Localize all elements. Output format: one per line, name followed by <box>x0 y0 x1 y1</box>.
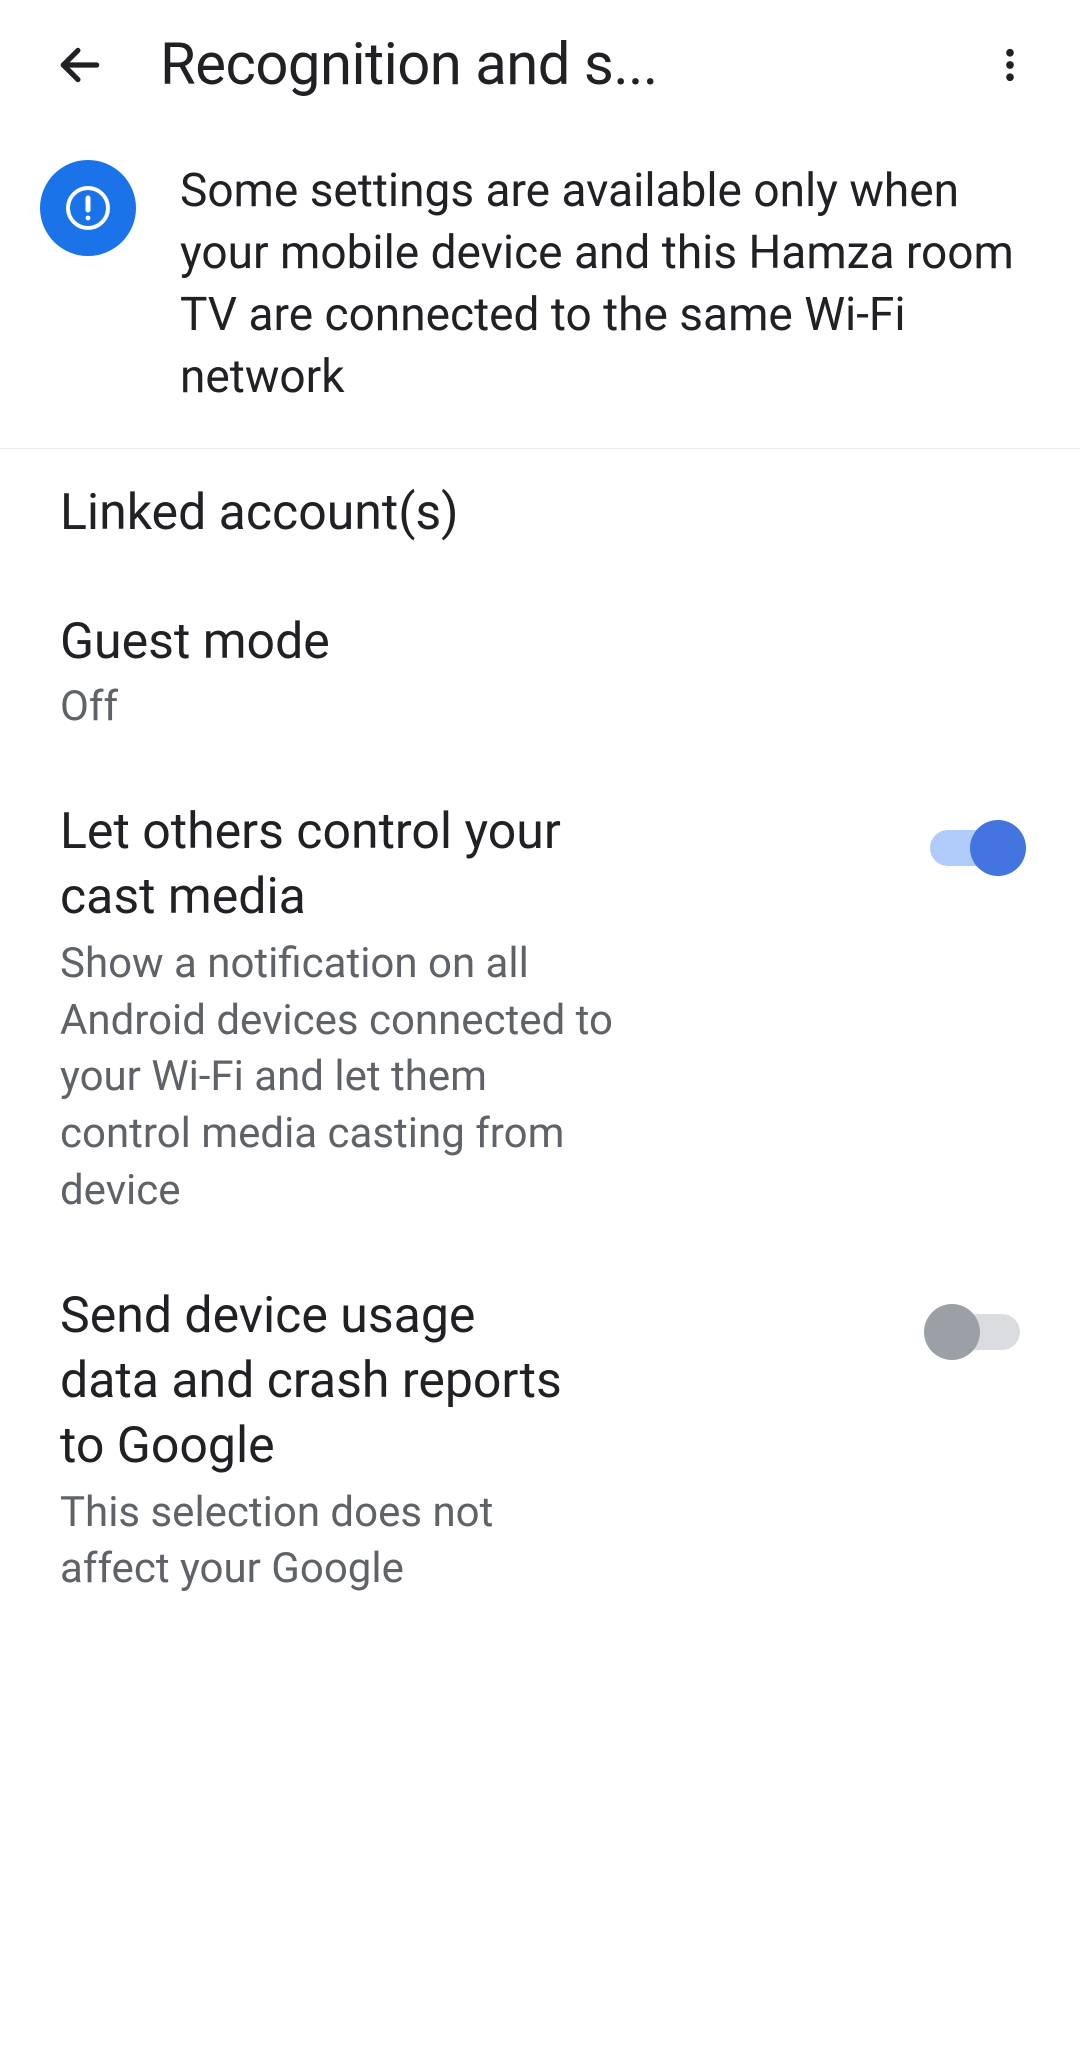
setting-guest-mode[interactable]: Guest mode Off <box>0 578 1080 768</box>
back-button[interactable] <box>50 35 110 95</box>
setting-title: Let others control your cast media <box>60 800 620 930</box>
toggle-container <box>930 1284 1020 1350</box>
setting-description: Show a notification on all Android devic… <box>60 936 620 1219</box>
more-options-button[interactable] <box>980 35 1040 95</box>
alert-icon <box>64 184 112 232</box>
setting-content: Let others control your cast media Show … <box>60 800 930 1219</box>
settings-list: Linked account(s) Guest mode Off Let oth… <box>0 449 1080 1630</box>
setting-content: Guest mode Off <box>60 610 1020 736</box>
setting-linked-accounts[interactable]: Linked account(s) <box>0 449 1080 578</box>
setting-title: Guest mode <box>60 610 1000 675</box>
more-vertical-icon <box>989 44 1031 86</box>
info-banner: Some settings are available only when yo… <box>0 130 1080 449</box>
toggle-thumb <box>924 1304 980 1360</box>
setting-content: Linked account(s) <box>60 481 1020 546</box>
setting-usage-data[interactable]: Send device usage data and crash reports… <box>0 1252 1080 1630</box>
info-banner-text: Some settings are available only when yo… <box>180 160 1020 408</box>
page-title: Recognition and s... <box>160 31 980 99</box>
info-icon-circle <box>40 160 136 256</box>
setting-title: Linked account(s) <box>60 481 1000 546</box>
setting-subtitle: Off <box>60 679 1000 736</box>
setting-title: Send device usage data and crash reports… <box>60 1284 580 1479</box>
usage-data-toggle[interactable] <box>930 1314 1020 1350</box>
toggle-thumb <box>970 820 1026 876</box>
cast-control-toggle[interactable] <box>930 830 1020 866</box>
setting-content: Send device usage data and crash reports… <box>60 1284 930 1598</box>
setting-description: This selection does not affect your Goog… <box>60 1485 580 1598</box>
back-arrow-icon <box>55 40 105 90</box>
header: Recognition and s... <box>0 0 1080 130</box>
toggle-container <box>930 800 1020 866</box>
setting-cast-control[interactable]: Let others control your cast media Show … <box>0 768 1080 1251</box>
